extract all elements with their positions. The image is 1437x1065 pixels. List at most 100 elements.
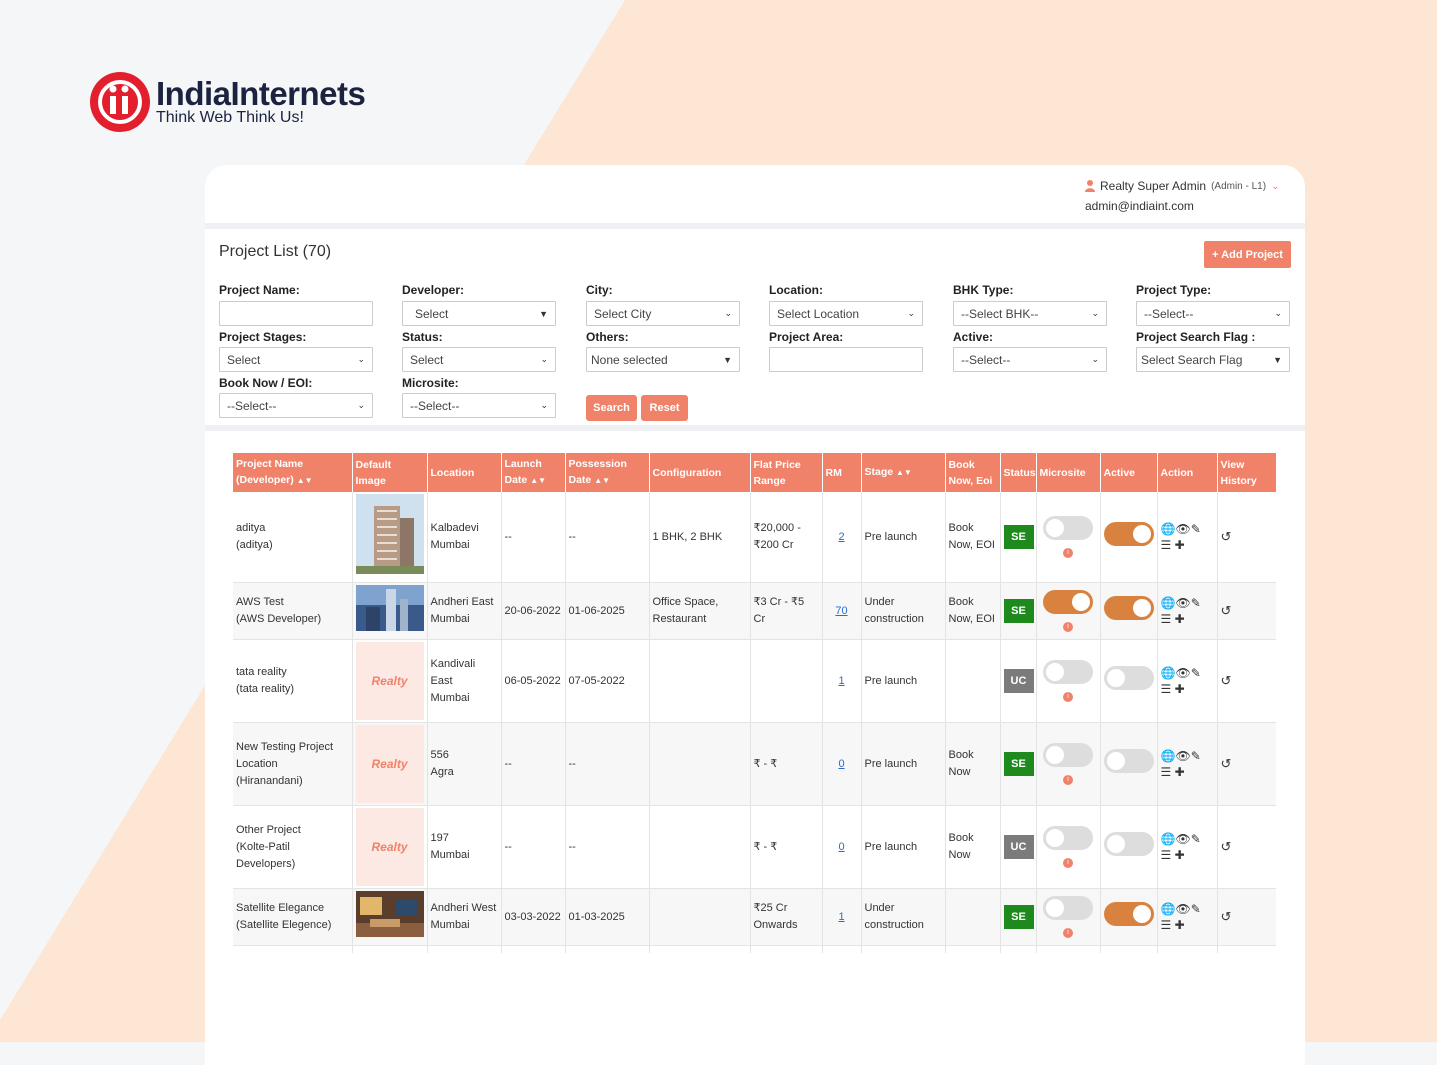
- microsite-toggle[interactable]: [1043, 590, 1093, 614]
- col-launch[interactable]: Launch Date ▲▼: [501, 453, 566, 492]
- active-select[interactable]: --Select-- ⌄: [953, 347, 1107, 372]
- list-icon[interactable]: ☰: [1161, 765, 1172, 779]
- rm-link[interactable]: 1: [838, 675, 844, 687]
- table-row[interactable]: Provident Palmvista(Provident Housing Li…: [233, 945, 1276, 953]
- history-icon[interactable]: ↺: [1221, 839, 1232, 854]
- rm-link[interactable]: 0: [838, 758, 844, 770]
- rm-link[interactable]: 70: [835, 605, 847, 617]
- list-icon[interactable]: ☰: [1161, 612, 1172, 626]
- plus-icon[interactable]: ✚: [1171, 848, 1185, 862]
- globe-icon[interactable]: 🌐: [1161, 832, 1176, 846]
- project-type-select[interactable]: --Select-- ⌄: [1136, 301, 1290, 326]
- edit-icon[interactable]: ✎: [1191, 749, 1201, 763]
- history-icon[interactable]: ↺: [1221, 756, 1232, 771]
- table-row[interactable]: Satellite Elegance (Satellite Elegence) An…: [233, 888, 1276, 946]
- user-menu[interactable]: Realty Super Admin (Admin - L1) ⌄ admin@…: [1085, 179, 1279, 213]
- rm-link[interactable]: 0: [838, 841, 844, 853]
- globe-icon[interactable]: 🌐: [1161, 749, 1176, 763]
- rm-link[interactable]: 2: [838, 531, 844, 543]
- microsite-toggle[interactable]: [1043, 660, 1093, 684]
- table-row[interactable]: AWS Test (AWS Developer) Andheri East Mumba…: [233, 582, 1276, 640]
- plus-icon[interactable]: ✚: [1171, 612, 1185, 626]
- globe-icon[interactable]: 🌐: [1161, 666, 1176, 680]
- chevron-down-icon[interactable]: ⌄: [1271, 181, 1279, 192]
- book-now-select[interactable]: --Select-- ⌄: [219, 393, 373, 418]
- microsite-toggle[interactable]: [1043, 516, 1093, 540]
- add-project-button[interactable]: + Add Project: [1204, 241, 1291, 268]
- col-stage[interactable]: Stage ▲▼: [861, 453, 946, 492]
- microsite-select[interactable]: --Select-- ⌄: [402, 393, 556, 418]
- sort-icon[interactable]: ▲▼: [530, 476, 546, 485]
- globe-icon[interactable]: 🌐: [1161, 902, 1176, 916]
- project-name[interactable]: New Testing Project Location: [236, 739, 349, 773]
- table-row[interactable]: tata reality (tata reality) Realty Kandival…: [233, 639, 1276, 723]
- sort-icon[interactable]: ▲▼: [896, 468, 912, 477]
- active-toggle[interactable]: [1103, 902, 1154, 926]
- project-name[interactable]: Other Project: [236, 822, 349, 839]
- microsite-toggle[interactable]: [1043, 826, 1093, 850]
- info-icon[interactable]: i: [1063, 692, 1073, 702]
- list-icon[interactable]: ☰: [1161, 682, 1172, 696]
- edit-icon[interactable]: ✎: [1191, 832, 1201, 846]
- edit-icon[interactable]: ✎: [1191, 666, 1201, 680]
- active-toggle[interactable]: [1103, 522, 1154, 546]
- history-icon[interactable]: ↺: [1221, 529, 1232, 544]
- project-name[interactable]: aditya: [236, 520, 349, 537]
- view-icon[interactable]: 👁: [1175, 749, 1190, 763]
- list-icon[interactable]: ☰: [1161, 918, 1172, 932]
- status-select[interactable]: Select ⌄: [402, 347, 556, 372]
- project-name[interactable]: Satellite Elegance: [236, 900, 349, 917]
- globe-icon[interactable]: 🌐: [1161, 596, 1176, 610]
- col-possession[interactable]: Possession Date ▲▼: [565, 453, 650, 492]
- microsite-toggle[interactable]: [1043, 896, 1093, 920]
- project-name[interactable]: Provident Palmvista: [236, 950, 349, 953]
- edit-icon[interactable]: ✎: [1191, 902, 1201, 916]
- history-icon[interactable]: ↺: [1221, 909, 1232, 924]
- active-toggle[interactable]: [1103, 749, 1154, 773]
- view-icon[interactable]: 👁: [1175, 832, 1190, 846]
- reset-button[interactable]: Reset: [641, 395, 688, 421]
- list-icon[interactable]: ☰: [1161, 848, 1172, 862]
- table-row[interactable]: Other Project (Kolte-Patil Developers) Rea…: [233, 805, 1276, 889]
- bhk-type-select[interactable]: --Select BHK-- ⌄: [953, 301, 1107, 326]
- city-select[interactable]: Select City ⌄: [586, 301, 740, 326]
- info-icon[interactable]: i: [1063, 548, 1073, 558]
- view-icon[interactable]: 👁: [1175, 596, 1190, 610]
- info-icon[interactable]: i: [1063, 775, 1073, 785]
- view-icon[interactable]: 👁: [1175, 522, 1190, 536]
- project-stages-select[interactable]: Select ⌄: [219, 347, 373, 372]
- history-icon[interactable]: ↺: [1221, 673, 1232, 688]
- microsite-toggle[interactable]: [1043, 743, 1093, 767]
- rm-link[interactable]: 1: [838, 911, 844, 923]
- active-toggle[interactable]: [1103, 666, 1154, 690]
- table-row[interactable]: aditya (aditya) Kalbadevi Mumbai -- -- 1 BHK, …: [233, 492, 1276, 583]
- list-icon[interactable]: ☰: [1161, 538, 1172, 552]
- project-area-input[interactable]: [769, 347, 923, 372]
- table-row[interactable]: New Testing Project Location (Hiranandani…: [233, 722, 1276, 806]
- info-icon[interactable]: i: [1063, 928, 1073, 938]
- info-icon[interactable]: i: [1063, 858, 1073, 868]
- active-toggle[interactable]: [1103, 832, 1154, 856]
- globe-icon[interactable]: 🌐: [1161, 522, 1176, 536]
- project-name[interactable]: tata reality: [236, 664, 349, 681]
- location-select[interactable]: Select Location ⌄: [769, 301, 923, 326]
- col-project[interactable]: Project Name (Developer) ▲▼: [233, 453, 353, 492]
- sort-icon[interactable]: ▲▼: [594, 476, 610, 485]
- sort-icon[interactable]: ▲▼: [297, 476, 313, 485]
- plus-icon[interactable]: ✚: [1171, 682, 1185, 696]
- info-icon[interactable]: i: [1063, 622, 1073, 632]
- developer-select[interactable]: Select ▼: [402, 301, 556, 326]
- view-icon[interactable]: 👁: [1175, 902, 1190, 916]
- active-toggle[interactable]: [1103, 596, 1154, 620]
- project-name-input[interactable]: [219, 301, 373, 326]
- search-button[interactable]: Search: [586, 395, 637, 421]
- others-multiselect[interactable]: None selected ▼: [586, 347, 740, 372]
- plus-icon[interactable]: ✚: [1171, 538, 1185, 552]
- edit-icon[interactable]: ✎: [1191, 522, 1201, 536]
- plus-icon[interactable]: ✚: [1171, 918, 1185, 932]
- edit-icon[interactable]: ✎: [1191, 596, 1201, 610]
- search-flag-select[interactable]: Select Search Flag ▼: [1136, 347, 1290, 372]
- history-icon[interactable]: ↺: [1221, 603, 1232, 618]
- view-icon[interactable]: 👁: [1175, 666, 1190, 680]
- project-name[interactable]: AWS Test: [236, 594, 349, 611]
